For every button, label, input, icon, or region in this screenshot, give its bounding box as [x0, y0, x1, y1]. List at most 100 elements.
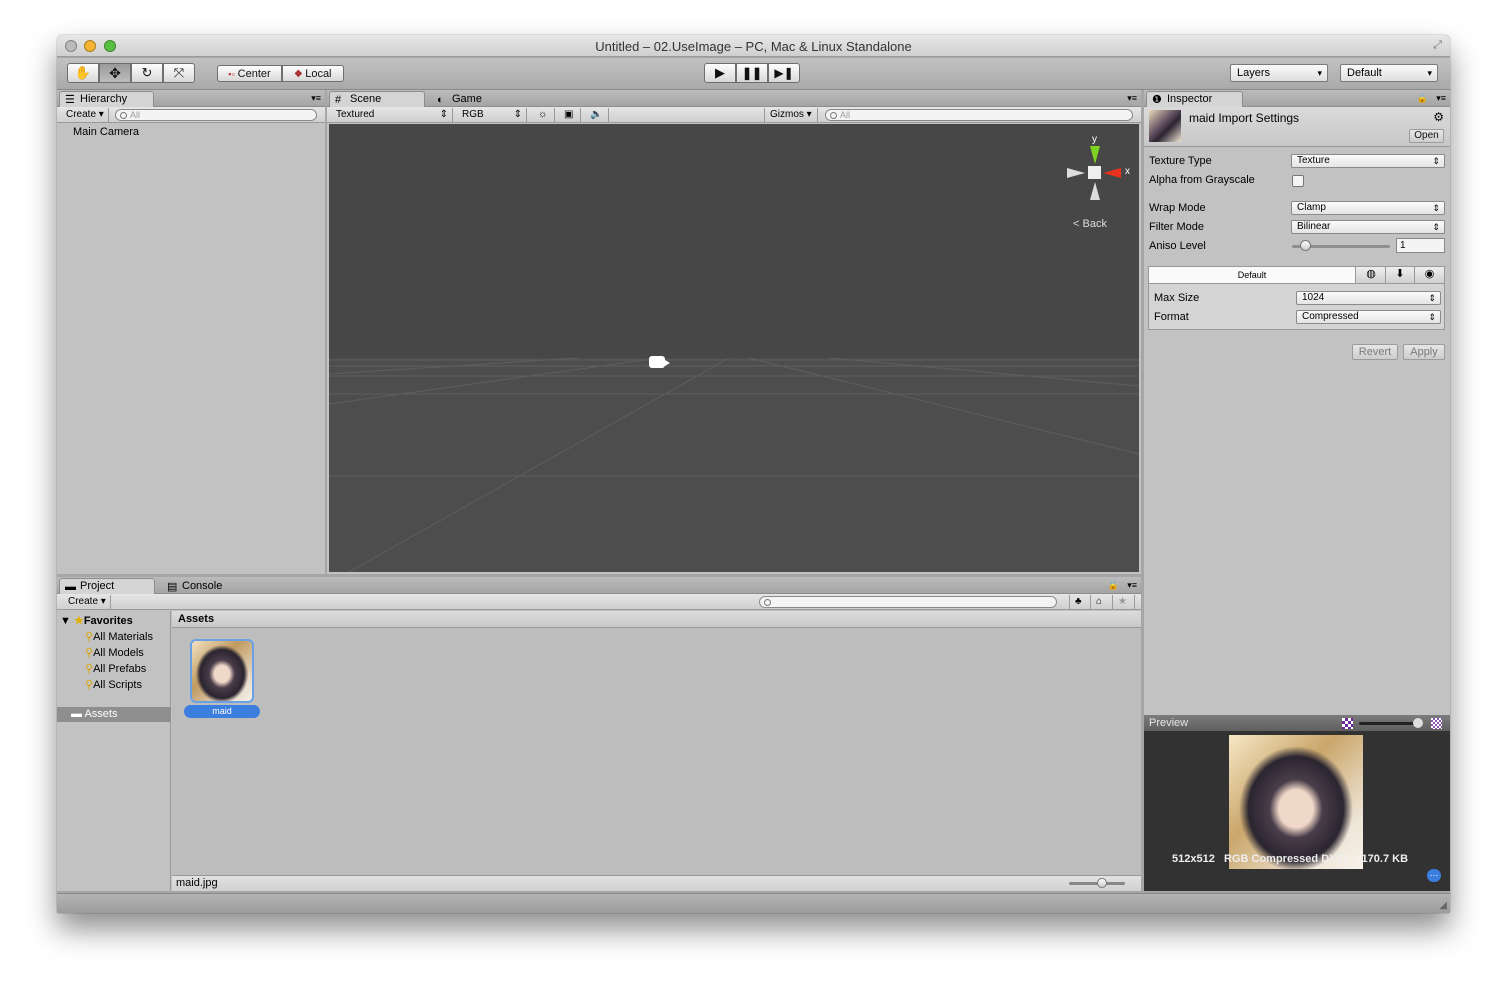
- render-mode-dropdown[interactable]: Textured ⇕: [331, 108, 453, 122]
- platform-tab-default[interactable]: Default: [1149, 267, 1356, 283]
- scene-grid: [329, 124, 1139, 572]
- asset-tile[interactable]: maid: [184, 639, 260, 719]
- breadcrumb-assets[interactable]: Assets: [178, 613, 214, 625]
- move-icon: ✥: [109, 64, 121, 81]
- rotate-tool-button[interactable]: ↻: [131, 63, 163, 83]
- favorite-item[interactable]: ⚲All Materials: [85, 630, 153, 643]
- preview-more-icon[interactable]: …: [1427, 869, 1441, 882]
- gizmo-center: [1088, 166, 1101, 179]
- pivot-local-button[interactable]: ◆ Local: [282, 65, 344, 82]
- platform-tab-flash[interactable]: ◉: [1415, 267, 1444, 283]
- tab-scene[interactable]: # Scene: [329, 91, 425, 108]
- filter-mode-dropdown[interactable]: Bilinear: [1291, 220, 1445, 234]
- folder-icon: ▬: [71, 708, 85, 720]
- hierarchy-tab-label: Hierarchy: [80, 93, 128, 105]
- step-button[interactable]: ▶❚: [768, 63, 800, 83]
- panel-menu-icon[interactable]: ▾≡: [1436, 93, 1446, 104]
- move-tool-button[interactable]: ✥: [99, 63, 131, 83]
- tab-hierarchy[interactable]: ☰ Hierarchy: [59, 91, 154, 108]
- platform-tab-web[interactable]: ◍: [1357, 267, 1386, 283]
- project-create-dropdown[interactable]: Create ▾: [63, 595, 111, 609]
- wrap-mode-dropdown[interactable]: Clamp: [1291, 201, 1445, 215]
- panel-menu-icon[interactable]: ▾≡: [1127, 93, 1137, 104]
- space-label: Local: [305, 67, 332, 80]
- tab-console[interactable]: ▤ Console: [161, 578, 251, 595]
- flash-icon: ◉: [1424, 268, 1435, 280]
- scale-tool-button[interactable]: ⤧: [163, 63, 195, 83]
- alpha-grayscale-checkbox[interactable]: [1292, 175, 1304, 187]
- pause-icon: ❚❚: [741, 66, 763, 80]
- layers-dropdown[interactable]: Layers: [1230, 64, 1328, 82]
- search-icon: ⚲: [85, 679, 94, 691]
- preview-header: Preview: [1144, 715, 1450, 732]
- format-dropdown[interactable]: Compressed: [1296, 310, 1441, 324]
- shapes-icon: ♣: [1075, 596, 1082, 607]
- panel-menu-icon[interactable]: ▾≡: [1127, 580, 1137, 591]
- mip-slider-thumb[interactable]: [1413, 718, 1423, 728]
- favorite-label: All Materials: [93, 631, 153, 643]
- project-search-input[interactable]: [759, 596, 1057, 608]
- pause-button[interactable]: ❚❚: [736, 63, 768, 83]
- lock-icon[interactable]: 🔒: [1108, 580, 1119, 591]
- pivot-center-button[interactable]: ▪▫ Center: [217, 65, 282, 82]
- favorite-item[interactable]: ⚲All Scripts: [85, 678, 142, 691]
- search-icon: ⚲: [85, 647, 94, 659]
- speaker-icon: 🔈: [590, 109, 603, 120]
- camera-icon[interactable]: [649, 356, 665, 368]
- scene-audio-toggle[interactable]: 🔈: [585, 108, 609, 122]
- filter-label-button[interactable]: ⌂: [1091, 595, 1113, 609]
- tab-inspector[interactable]: ❶ Inspector: [1146, 91, 1243, 108]
- favorite-item[interactable]: ⚲All Prefabs: [85, 662, 146, 675]
- preview-title: Preview: [1149, 717, 1189, 729]
- tab-game[interactable]: ◐ Game: [431, 91, 511, 108]
- save-search-button[interactable]: ★: [1113, 595, 1135, 609]
- gear-icon[interactable]: ⚙: [1433, 110, 1444, 124]
- mip-slider-track[interactable]: [1359, 722, 1419, 725]
- scene-viewport[interactable]: y x < Back: [329, 124, 1139, 572]
- console-tab-label: Console: [182, 580, 223, 592]
- layout-dropdown[interactable]: Default: [1340, 64, 1438, 82]
- pivot-icon: ▪▫: [228, 68, 235, 79]
- revert-button[interactable]: Revert: [1352, 344, 1398, 360]
- platform-tabs: Default ◍ ⬇ ◉: [1149, 267, 1444, 284]
- apply-button[interactable]: Apply: [1403, 344, 1445, 360]
- hierarchy-search-input[interactable]: All: [115, 109, 317, 121]
- panel-menu-icon[interactable]: ▾≡: [311, 93, 321, 104]
- hand-tool-button[interactable]: ✋: [67, 63, 99, 83]
- alpha-channel-icon[interactable]: [1342, 718, 1353, 729]
- scene-tabstrip: # Scene ◐ Game ▾≡: [327, 90, 1141, 108]
- list-icon: ☰: [65, 94, 75, 106]
- create-label: Create: [68, 596, 99, 607]
- scene-lighting-toggle[interactable]: ☼: [533, 108, 555, 122]
- zoom-slider-thumb[interactable]: [1097, 878, 1107, 888]
- favorites-label: Favorites: [83, 615, 133, 627]
- tab-project[interactable]: ▬ Project: [59, 578, 155, 595]
- download-icon: ⬇: [1395, 268, 1405, 280]
- view-label: < Back: [1073, 218, 1107, 230]
- filter-type-button[interactable]: ♣: [1069, 595, 1091, 609]
- favorites-node[interactable]: ▼ ★Favorites: [60, 614, 133, 627]
- hierarchy-create-dropdown[interactable]: Create ▾: [61, 108, 109, 122]
- scene-orientation-gizmo[interactable]: y x: [1061, 134, 1131, 204]
- create-label: Create: [66, 109, 97, 120]
- gizmos-dropdown[interactable]: Gizmos ▾: [764, 108, 818, 122]
- hierarchy-item[interactable]: Main Camera: [73, 126, 139, 138]
- scene-search-input[interactable]: All: [825, 109, 1133, 121]
- play-button[interactable]: ▶: [704, 63, 736, 83]
- texture-type-dropdown[interactable]: Texture: [1291, 154, 1445, 168]
- scene-image-toggle[interactable]: ▣: [559, 108, 581, 122]
- fullscreen-icon[interactable]: ⤢: [1433, 39, 1442, 52]
- platform-tab-standalone[interactable]: ⬇: [1386, 267, 1415, 283]
- channel-dropdown[interactable]: RGB ⇕: [457, 108, 527, 122]
- unity-window: Untitled – 02.UseImage – PC, Mac & Linux…: [57, 35, 1450, 913]
- assets-folder-node[interactable]: ▬ Assets: [57, 707, 171, 722]
- resize-grip-icon[interactable]: ◢: [1439, 900, 1447, 911]
- preview-resolution: 512x512: [1172, 853, 1215, 865]
- favorite-item[interactable]: ⚲All Models: [85, 646, 144, 659]
- open-button[interactable]: Open: [1409, 129, 1444, 143]
- aniso-slider-thumb[interactable]: [1300, 240, 1311, 251]
- aniso-level-input[interactable]: 1: [1396, 238, 1445, 253]
- max-size-dropdown[interactable]: 1024: [1296, 291, 1441, 305]
- checker-icon[interactable]: [1431, 718, 1442, 729]
- lock-icon[interactable]: 🔒: [1417, 93, 1428, 104]
